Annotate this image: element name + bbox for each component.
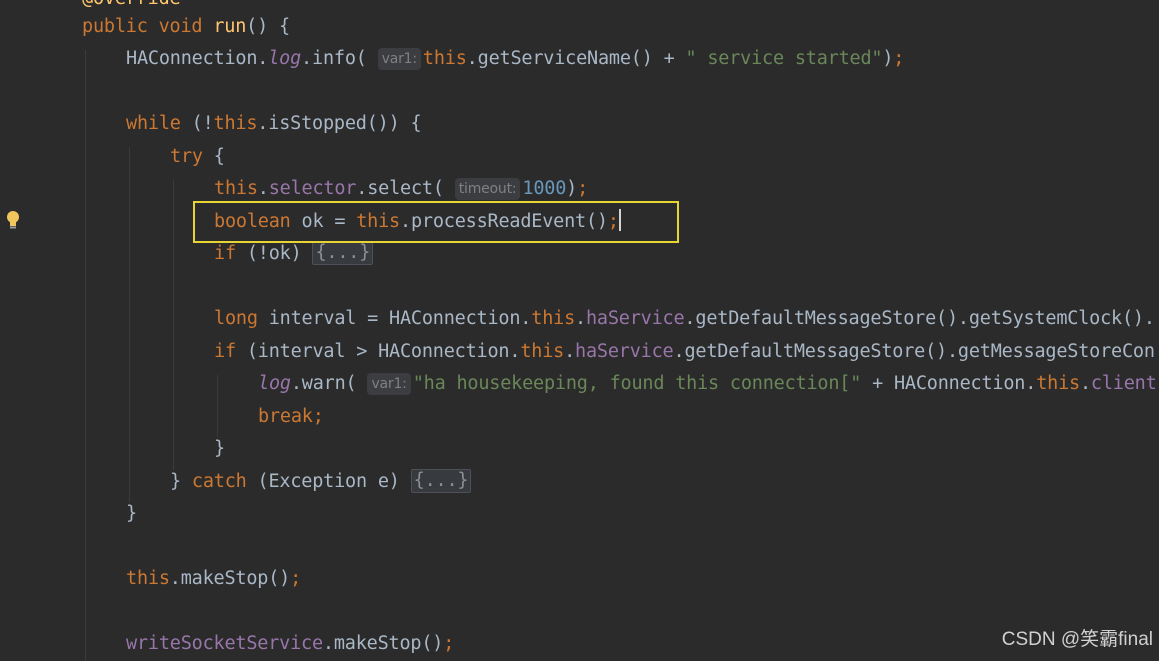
method-call: select( xyxy=(367,178,444,199)
parameter-hint: var1: xyxy=(377,48,421,70)
code-editor[interactable]: @Override public void run() { HAConnecti… xyxy=(0,0,1159,661)
code-line: try { xyxy=(170,146,225,167)
code-line: while (!this.isStopped()) { xyxy=(126,113,422,134)
field: selector xyxy=(268,178,357,199)
operator: + xyxy=(861,373,894,394)
method-chain: getDefaultMessageStore().getSystemClock(… xyxy=(695,308,1155,329)
code-line: writeSocketService.makeStop(); xyxy=(126,633,455,654)
field: haService xyxy=(575,341,674,362)
parameter-hint: var1: xyxy=(367,373,411,395)
keyword: this xyxy=(213,113,258,134)
method-call: warn( xyxy=(301,373,357,394)
indent-guide xyxy=(85,50,86,661)
method-call: makeStop xyxy=(333,633,422,654)
class-name: HAConnection xyxy=(389,308,521,329)
string-literal: " service started" xyxy=(685,48,883,69)
keyword: catch xyxy=(191,471,247,492)
condition: (!ok) xyxy=(235,243,313,264)
keyword: try xyxy=(170,146,203,167)
field: writeSocketService xyxy=(126,633,323,654)
indent-guide xyxy=(173,180,174,470)
keyword: this xyxy=(126,568,170,589)
string-literal: "ha housekeeping, found this connection[… xyxy=(412,373,862,394)
method-name: run xyxy=(213,16,247,37)
keyword: long xyxy=(214,308,258,329)
code-line: break; xyxy=(258,406,324,427)
method-chain: getDefaultMessageStore().getMessageStore… xyxy=(684,341,1155,362)
code-line: log.warn( var1: "ha housekeeping, found t… xyxy=(258,373,1157,395)
keyword: this xyxy=(520,341,565,362)
method-call: info( xyxy=(312,48,367,69)
keyword: if xyxy=(214,341,236,362)
keyword: this xyxy=(531,308,576,329)
catch-clause: (Exception e) xyxy=(246,471,411,492)
code-line: long interval = HAConnection.this.haServ… xyxy=(214,308,1155,329)
class-name: HAConnection xyxy=(378,341,510,362)
class-name: HAConnection xyxy=(893,373,1026,394)
field: haService xyxy=(585,308,685,329)
code-line: } xyxy=(126,503,137,524)
variable-decl: interval = xyxy=(257,308,390,329)
keyword: this xyxy=(214,178,258,199)
code-line: } catch (Exception e) {...} xyxy=(170,466,472,498)
keyword: break xyxy=(258,406,313,427)
highlight-box xyxy=(193,201,679,243)
keyword: this xyxy=(422,48,467,69)
method-call: getServiceName() + xyxy=(477,48,686,69)
code-line: if (interval > HAConnection.this.haServi… xyxy=(214,341,1155,362)
method-call: makeStop xyxy=(180,568,269,589)
class-name: HAConnection xyxy=(126,48,258,69)
folded-block[interactable]: {...} xyxy=(410,469,472,493)
annotation: @Override xyxy=(82,0,181,9)
field: client xyxy=(1090,373,1157,394)
code-line: public void run() { xyxy=(82,16,290,37)
number-literal: 1000 xyxy=(522,178,567,199)
lightbulb-icon[interactable] xyxy=(5,210,21,230)
keyword: this xyxy=(1036,373,1080,394)
keyword: while xyxy=(126,113,181,134)
folded-block[interactable]: {...} xyxy=(312,241,374,265)
keyword: void xyxy=(158,16,203,37)
static-field: log xyxy=(268,48,302,69)
keyword: public xyxy=(82,16,148,37)
watermark: CSDN @笑霸final xyxy=(1001,629,1153,650)
keyword: if xyxy=(214,243,236,264)
static-field: log xyxy=(258,373,291,394)
code-line: } xyxy=(214,438,225,459)
parameter-hint: timeout: xyxy=(454,178,521,200)
indent-guide xyxy=(217,375,218,437)
method-call: isStopped()) { xyxy=(268,113,422,134)
code-line: HAConnection.log.info( var1: this.getServ… xyxy=(126,48,905,70)
code-line: this.makeStop(); xyxy=(126,568,302,589)
indent-guide xyxy=(129,147,130,502)
